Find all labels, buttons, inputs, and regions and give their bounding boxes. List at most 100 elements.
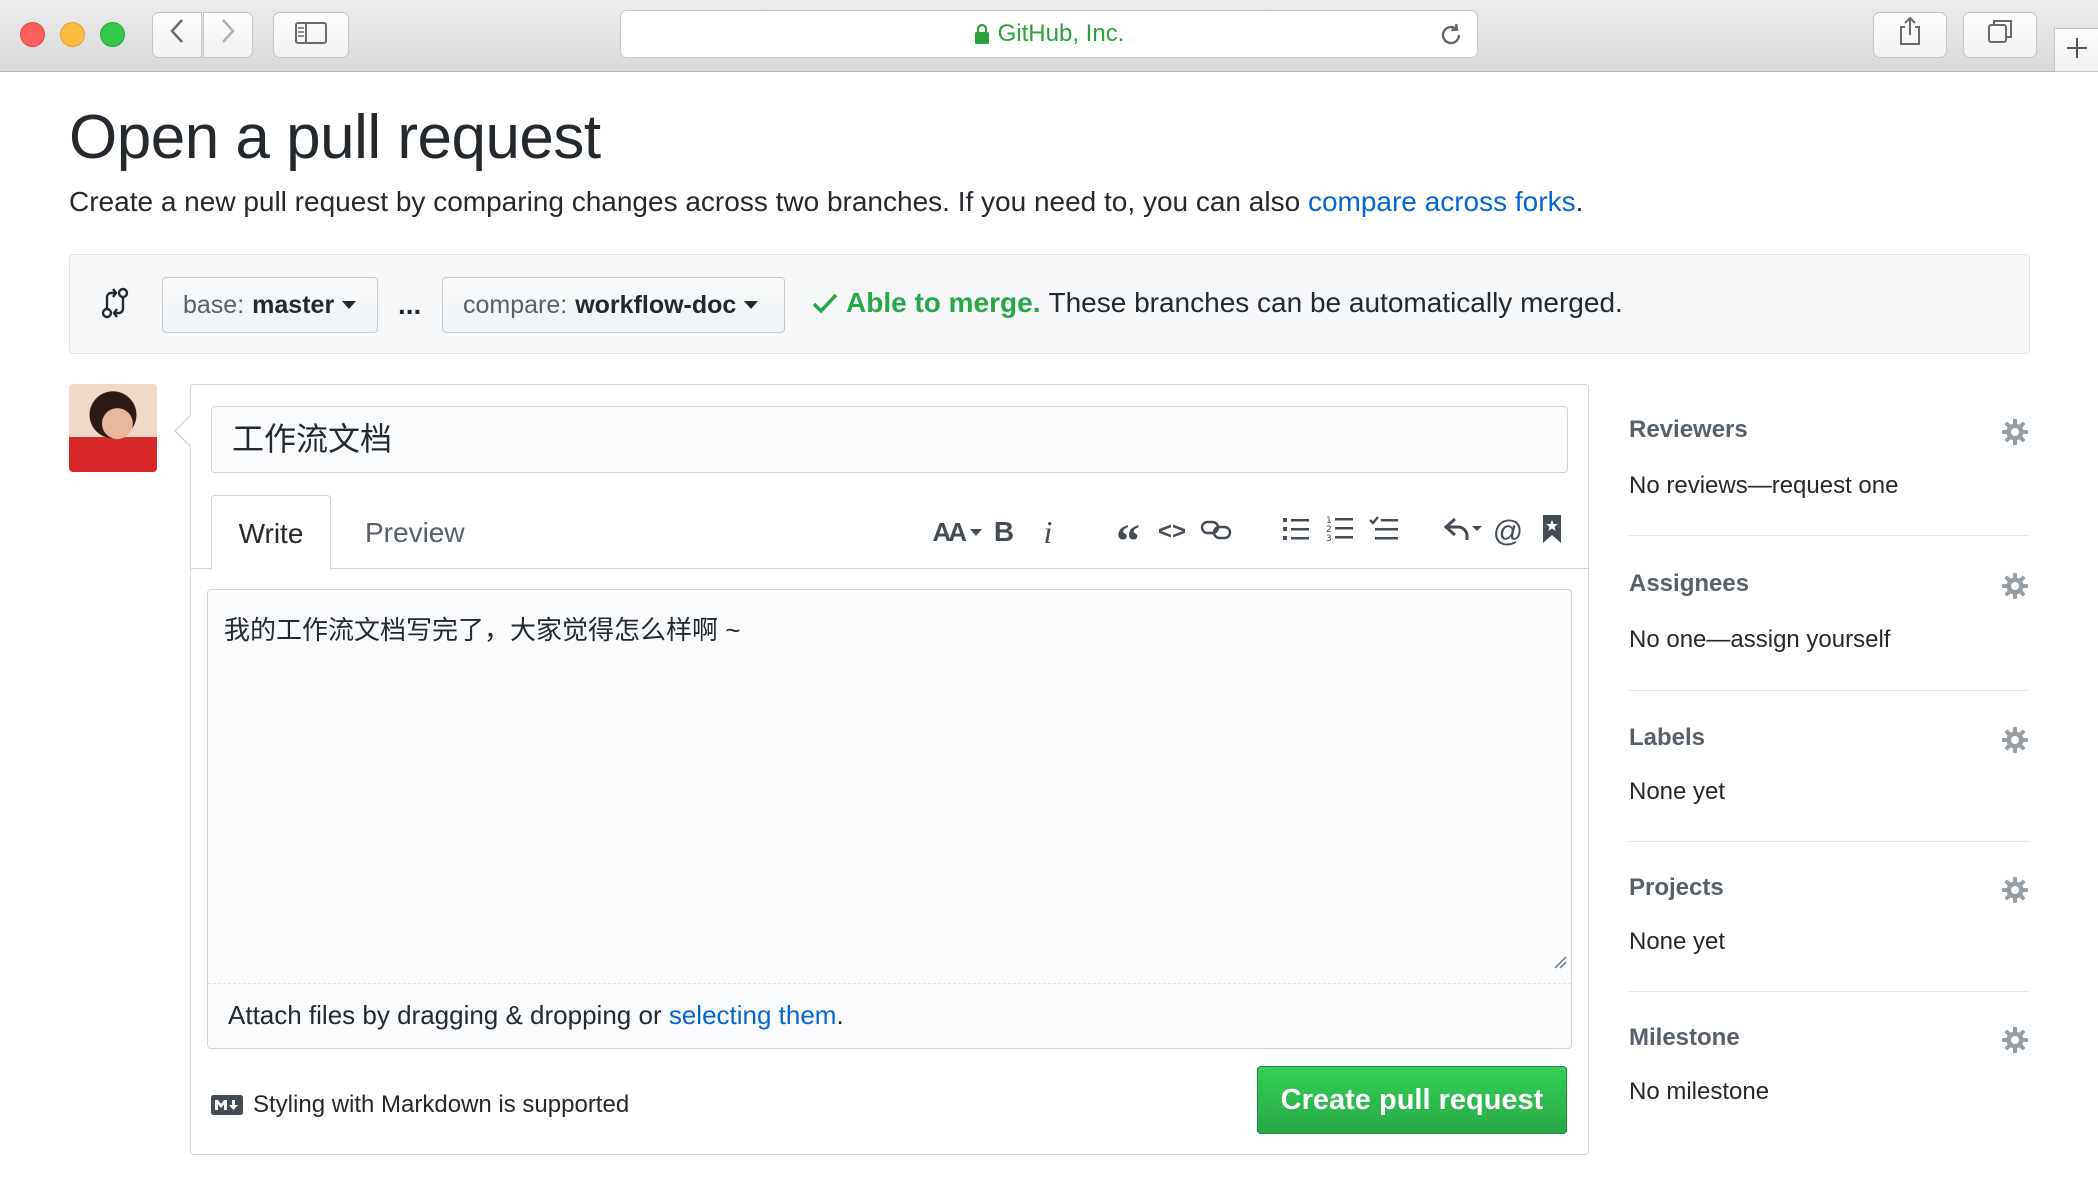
markdown-toolbar: AA B i “ <> 1 2 3 @ [932,509,1574,568]
link-button[interactable] [1194,512,1238,552]
saved-replies-button[interactable] [1530,512,1574,552]
chevron-left-icon [169,18,185,52]
compare-across-forks-link[interactable]: compare across forks [1308,186,1576,217]
back-button[interactable] [152,12,202,58]
base-label: base: [183,290,245,319]
minimize-window-button[interactable] [60,22,85,47]
reply-icon [1443,516,1484,549]
page-title: Open a pull request [69,103,601,172]
sidebar-projects: Projects None yet [1629,858,2029,992]
reload-icon[interactable] [1437,21,1465,54]
chevron-right-icon [220,18,236,52]
new-tab-button[interactable] [2054,28,2098,72]
share-button[interactable] [1873,12,1947,58]
check-icon [812,292,838,314]
pr-title-input[interactable]: 工作流文档 [211,406,1568,473]
forward-button[interactable] [203,12,253,58]
resize-grip-icon[interactable] [1553,955,1567,974]
unordered-list-icon [1282,516,1310,549]
projects-value: None yet [1629,928,1726,955]
task-list-icon [1369,515,1399,549]
sidebar-toggle-button[interactable] [273,12,349,58]
browser-toolbar: GitHub, Inc. [0,0,2098,72]
tabs-overview-icon [1987,18,2013,52]
markdown-support-note: Styling with Markdown is supported [211,1091,629,1119]
svg-text:3: 3 [1326,534,1332,543]
labels-value: None yet [1629,778,1726,805]
show-tabs-button[interactable] [1963,12,2037,58]
plus-icon [2066,33,2088,67]
code-button[interactable]: <> [1150,512,1194,552]
compare-branch-name: workflow-doc [575,290,737,319]
subtitle-text: Create a new pull request by comparing c… [69,186,1308,217]
mention-button[interactable]: @ [1486,512,1530,552]
close-window-button[interactable] [20,22,45,47]
merge-message: These branches can be automatically merg… [1048,287,1623,318]
merge-ok-label: Able to merge. [846,287,1041,318]
pull-request-composer: 工作流文档 Write Preview AA B i “ <> 1 2 3 @ … [174,384,1589,1155]
compare-branch-selector[interactable]: compare: workflow-doc [442,277,785,333]
reviewers-value[interactable]: No reviews—request one [1629,472,1898,500]
markdown-icon [211,1095,243,1115]
bookmark-icon [1542,514,1562,551]
sidebar-icon [295,18,327,52]
url-text: GitHub, Inc. [997,20,1125,47]
header-text-button[interactable]: AA [932,512,982,552]
page-subtitle: Create a new pull request by comparing c… [69,186,1583,218]
code-icon: <> [1157,518,1187,545]
projects-heading[interactable]: Projects [1629,874,1724,902]
reply-button[interactable] [1442,512,1486,552]
range-separator: ... [398,289,422,320]
file-attach-area[interactable]: Attach files by dragging & dropping or s… [208,983,1571,1048]
italic-button[interactable]: i [1026,512,1070,552]
mention-icon: @ [1492,515,1524,548]
base-branch-selector[interactable]: base: master [162,277,378,333]
sidebar-assignees: Assignees No one—assign yourself [1629,554,2029,691]
avatar[interactable] [69,384,157,472]
selecting-them-link[interactable]: selecting them [669,1000,837,1030]
tab-preview[interactable]: Preview [341,495,489,570]
gear-icon[interactable] [2001,876,2029,909]
sidebar-labels: Labels None yet [1629,708,2029,842]
assignees-heading[interactable]: Assignees [1629,570,1749,598]
reviewers-heading[interactable]: Reviewers [1629,416,1748,444]
header-text-icon: AA [932,516,967,547]
quote-icon: “ [1116,514,1140,568]
caret-down-icon [342,301,357,309]
share-icon [1898,16,1922,54]
link-icon [1200,516,1232,548]
merge-status: Able to merge. These branches can be aut… [812,287,1623,319]
labels-heading[interactable]: Labels [1629,724,1705,752]
sidebar-reviewers: Reviewers No reviews—request one [1629,400,2029,536]
lock-icon [974,23,990,45]
gear-icon[interactable] [2001,572,2029,605]
milestone-heading[interactable]: Milestone [1629,1024,1740,1052]
git-compare-icon [100,285,130,326]
pr-body-textarea[interactable]: 我的工作流文档写完了，大家觉得怎么样啊 ~ Attach files by dr… [207,589,1572,1049]
branch-range-editor: base: master ... compare: workflow-doc A… [69,254,2030,354]
gear-icon[interactable] [2001,1026,2029,1059]
editor-tabbar: Write Preview AA B i “ <> 1 2 3 @ [191,495,1588,570]
assignees-value[interactable]: No one—assign yourself [1629,626,1890,654]
bold-button[interactable]: B [982,512,1026,552]
address-bar[interactable]: GitHub, Inc. [620,10,1478,58]
caret-down-icon [970,528,982,536]
task-list-button[interactable] [1362,512,1406,552]
base-branch-name: master [252,290,335,319]
ordered-list-button[interactable]: 123 [1318,512,1362,552]
bold-icon: B [993,516,1015,547]
gear-icon[interactable] [2001,418,2029,451]
create-pull-request-button[interactable]: Create pull request [1257,1066,1567,1134]
gear-icon[interactable] [2001,726,2029,759]
attach-end: . [836,1000,844,1030]
quote-button[interactable]: “ [1106,512,1150,568]
italic-icon: i [1043,513,1053,550]
tab-write[interactable]: Write [211,495,331,570]
attach-text: Attach files by dragging & dropping or [228,1000,669,1030]
ordered-list-icon: 123 [1326,515,1354,550]
subtitle-end: . [1575,186,1584,217]
caret-down-icon [744,301,759,309]
zoom-window-button[interactable] [100,22,125,47]
markdown-note-text: Styling with Markdown is supported [253,1091,630,1118]
unordered-list-button[interactable] [1274,512,1318,552]
